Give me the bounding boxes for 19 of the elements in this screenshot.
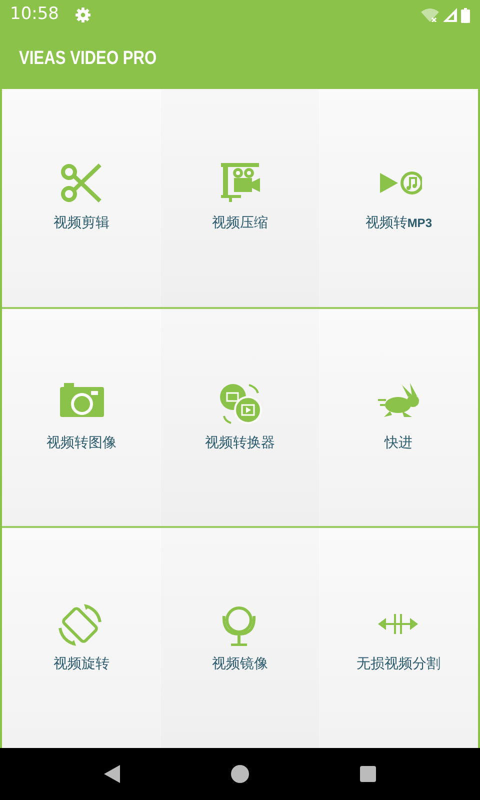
gear-icon	[75, 7, 91, 23]
app-title: VIEAS VIDEO PRO	[19, 46, 157, 71]
signal-icon	[443, 8, 457, 22]
rotate-icon	[58, 602, 104, 646]
status-time: 10:58	[10, 3, 59, 26]
feature-tile[interactable]: 视频转MP3	[319, 89, 478, 309]
feature-tile[interactable]: 视频转图像	[2, 308, 161, 528]
battery-icon	[461, 8, 470, 22]
feature-tile[interactable]: 视频转换器	[160, 308, 320, 528]
feature-tile[interactable]: 视频旋转	[2, 528, 161, 748]
wifi-icon	[421, 8, 439, 22]
back-icon[interactable]	[104, 765, 120, 783]
recents-icon[interactable]	[360, 766, 376, 782]
feature-tile[interactable]: 视频压缩	[160, 89, 320, 309]
home-icon[interactable]	[230, 765, 249, 783]
feature-tile[interactable]: 快进	[319, 308, 478, 528]
feature-tile[interactable]: 无损视频分割	[319, 528, 478, 748]
feature-tile[interactable]: 视频剪辑	[2, 89, 161, 309]
feature-tile[interactable]: 视频镜像	[160, 528, 320, 748]
